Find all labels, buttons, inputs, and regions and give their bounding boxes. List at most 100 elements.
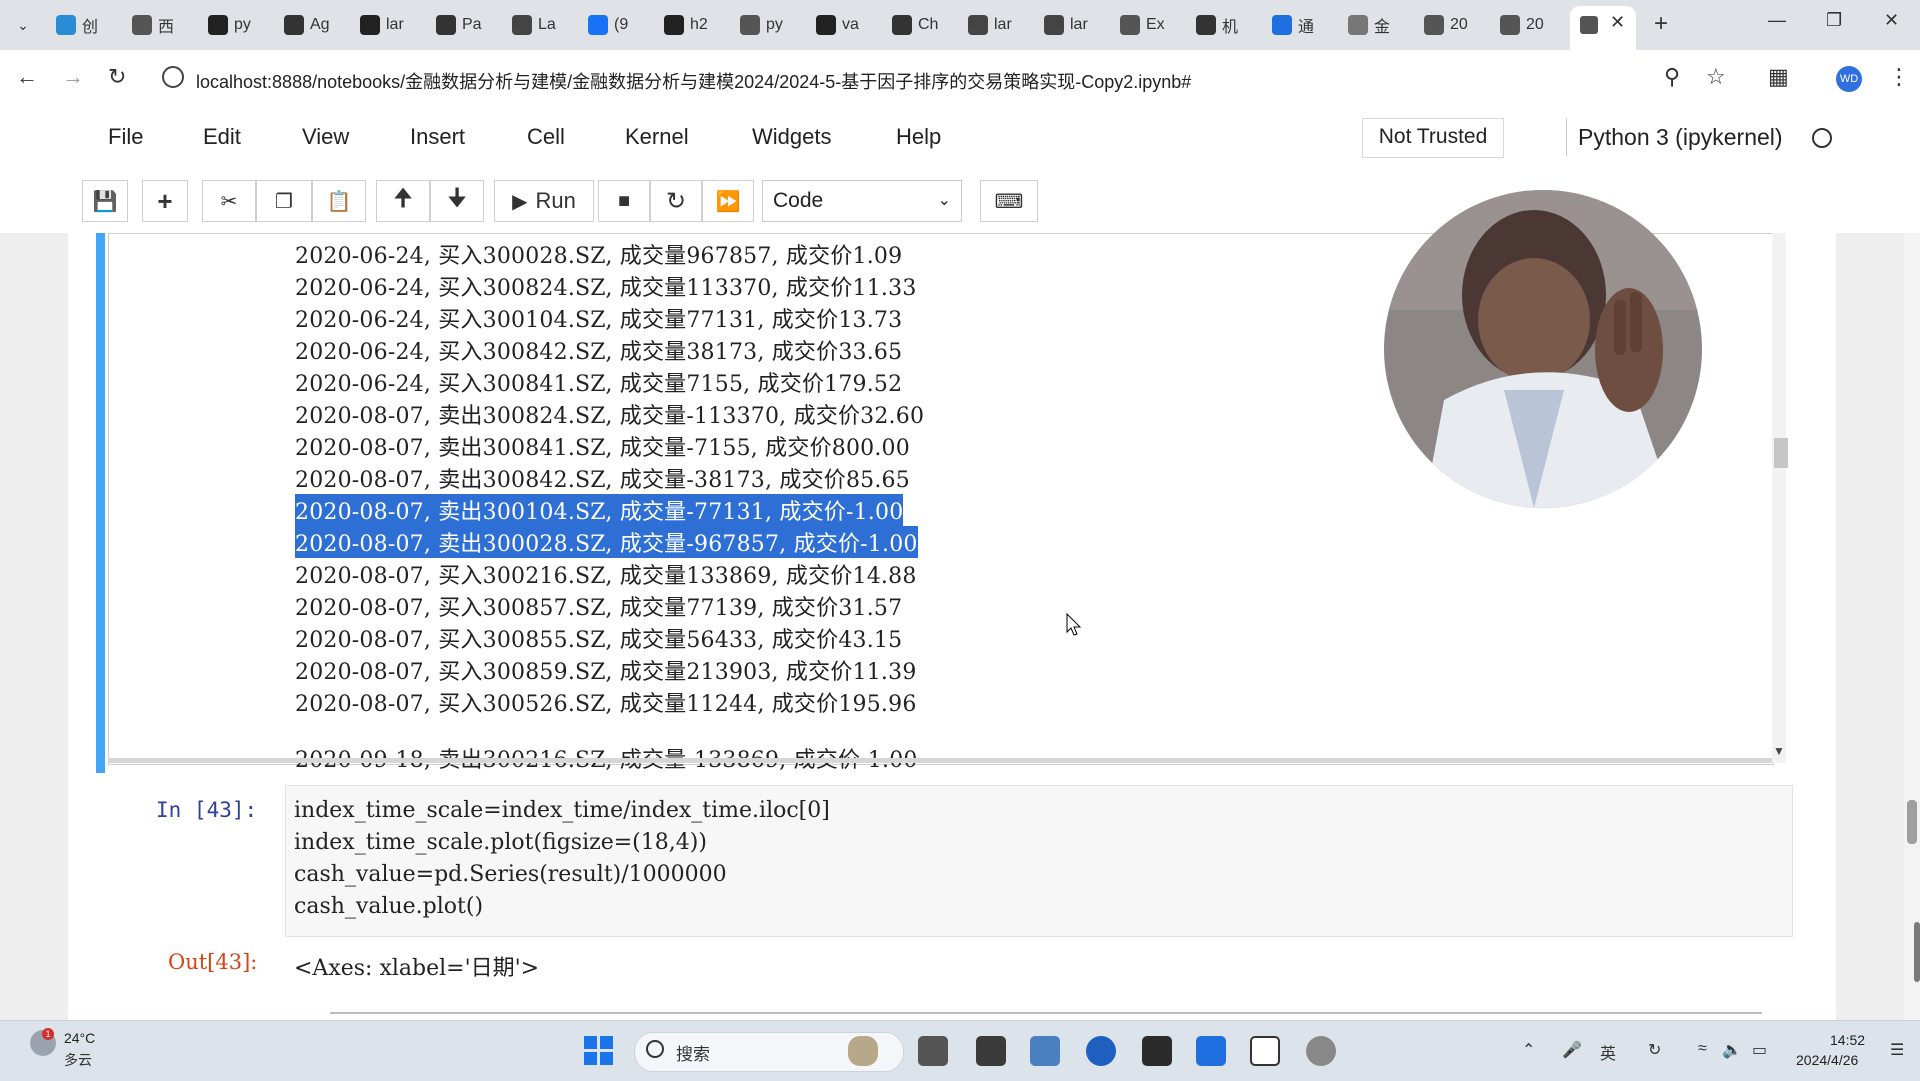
output-line[interactable]: 2020-08-07, 买入300216.SZ, 成交量133869, 成交价1…	[295, 558, 917, 590]
wps-icon[interactable]	[1250, 1036, 1280, 1066]
task-view-icon[interactable]	[918, 1036, 948, 1066]
output-line[interactable]: 2020-08-07, 卖出300842.SZ, 成交量-38173, 成交价8…	[295, 462, 910, 494]
url-field[interactable]: localhost:8888/notebooks/金融数据分析与建模/金融数据分…	[196, 68, 1191, 94]
wifi-icon[interactable]: ≈	[1698, 1040, 1707, 1058]
bookmark-star-icon[interactable]: ☆	[1706, 64, 1726, 90]
recorder-icon[interactable]	[1306, 1036, 1336, 1066]
output-line[interactable]: 2020-06-24, 买入300824.SZ, 成交量113370, 成交价1…	[295, 270, 917, 302]
browser-tab[interactable]: Ch	[892, 8, 938, 42]
move-up-button[interactable]: 🠉	[376, 180, 430, 222]
browser-tab[interactable]: py	[208, 8, 251, 42]
folder-icon[interactable]	[1030, 1036, 1060, 1066]
terminal-icon[interactable]	[1142, 1036, 1172, 1066]
back-icon[interactable]: ←	[16, 64, 38, 90]
site-info-icon[interactable]	[162, 66, 184, 88]
browser-tab[interactable]: Ex	[1120, 8, 1165, 42]
browser-tab[interactable]: py	[740, 8, 783, 42]
tab-search-chevron-icon[interactable]: ⌄	[10, 12, 36, 38]
copy-button[interactable]: ❐	[256, 180, 312, 222]
search-highlight-icon[interactable]	[848, 1036, 878, 1066]
chrome-icon[interactable]	[1086, 1036, 1116, 1066]
cell-type-select[interactable]: Code ⌄	[762, 180, 962, 222]
reload-icon[interactable]: ↻	[108, 64, 126, 90]
insert-cell-button[interactable]: +	[142, 180, 188, 222]
browser-tab[interactable]: La	[512, 8, 556, 42]
browser-tab[interactable]: 西	[132, 8, 174, 42]
run-button[interactable]: ▶ Run	[494, 180, 594, 222]
cut-button[interactable]: ✂	[202, 180, 256, 222]
tab-close-icon[interactable]: ✕	[1610, 12, 1625, 33]
battery-icon[interactable]: ▭	[1752, 1040, 1767, 1060]
command-palette-button[interactable]: ⌨	[980, 180, 1038, 222]
output-line[interactable]: 2020-06-24, 买入300841.SZ, 成交量7155, 成交价179…	[295, 366, 902, 398]
browser-tab[interactable]: h2	[664, 8, 708, 42]
restart-run-all-button[interactable]: ⏩	[702, 180, 754, 222]
menu-file[interactable]: File	[108, 124, 143, 150]
selected-output-line[interactable]: 2020-08-07, 卖出300028.SZ, 成交量-967857, 成交价…	[295, 526, 918, 558]
profile-avatar[interactable]: WD	[1836, 66, 1862, 92]
interrupt-button[interactable]: ■	[598, 180, 650, 222]
selected-output-line[interactable]: 2020-08-07, 卖出300104.SZ, 成交量-77131, 成交价-…	[295, 494, 904, 526]
browser-tab[interactable]: va	[816, 8, 859, 42]
output-horizontal-scrollbar[interactable]	[108, 758, 1772, 763]
start-button[interactable]	[584, 1036, 614, 1066]
ime-icon[interactable]: 英	[1600, 1040, 1616, 1064]
browser-tab[interactable]: 通	[1272, 8, 1314, 42]
browser-tab[interactable]: lar	[360, 8, 404, 42]
output-line[interactable]: 2020-08-07, 买入300855.SZ, 成交量56433, 成交价43…	[295, 622, 902, 654]
paste-button[interactable]: 📋	[312, 180, 366, 222]
browser-tab[interactable]: 创	[56, 8, 98, 42]
browser-tab[interactable]: 金	[1348, 8, 1390, 42]
output-line[interactable]: 2020-06-24, 买入300842.SZ, 成交量38173, 成交价33…	[295, 334, 902, 366]
forward-icon[interactable]: →	[62, 64, 84, 90]
browser-tab[interactable]: lar	[1044, 8, 1088, 42]
weather-description[interactable]: 多云	[64, 1050, 92, 1070]
file-explorer-icon[interactable]	[976, 1036, 1006, 1066]
microphone-icon[interactable]: 🎤	[1562, 1040, 1582, 1060]
menu-insert[interactable]: Insert	[410, 124, 465, 150]
menu-edit[interactable]: Edit	[203, 124, 241, 150]
menu-cell[interactable]: Cell	[527, 124, 565, 150]
browser-tab[interactable]: Ag	[284, 8, 330, 42]
minimize-icon[interactable]: —	[1768, 10, 1786, 31]
weather-temperature[interactable]: 24°C	[64, 1030, 95, 1046]
new-tab-icon[interactable]: +	[1654, 10, 1668, 38]
menu-kernel[interactable]: Kernel	[625, 124, 689, 150]
page-scrollbar[interactable]	[1904, 233, 1920, 1020]
volume-icon[interactable]: 🔈	[1722, 1040, 1742, 1060]
menu-view[interactable]: View	[302, 124, 349, 150]
output-scrollbar[interactable]	[1772, 233, 1786, 763]
window-close-icon[interactable]: ✕	[1884, 10, 1899, 31]
output-line[interactable]: 2020-08-07, 买入300857.SZ, 成交量77139, 成交价31…	[295, 590, 902, 622]
clock-date[interactable]: 2024/4/26	[1796, 1052, 1858, 1068]
output-line[interactable]: 2020-06-24, 买入300028.SZ, 成交量967857, 成交价1…	[295, 238, 902, 270]
browser-tab[interactable]: 20	[1500, 8, 1544, 42]
trust-button[interactable]: Not Trusted	[1362, 118, 1504, 158]
output-line[interactable]: 2020-08-07, 卖出300824.SZ, 成交量-113370, 成交价…	[295, 398, 924, 430]
browser-menu-icon[interactable]: ⋮	[1888, 64, 1910, 90]
page-scrollbar-thumb[interactable]	[1907, 800, 1917, 844]
feishu-icon[interactable]	[1196, 1036, 1226, 1066]
browser-tab[interactable]: 20	[1424, 8, 1468, 42]
zoom-icon[interactable]: ⚲	[1664, 64, 1680, 90]
notifications-icon[interactable]: ☰	[1890, 1040, 1904, 1060]
menu-widgets[interactable]: Widgets	[752, 124, 831, 150]
scroll-down-arrow-icon[interactable]: ▼	[1773, 744, 1785, 758]
browser-tab[interactable]: Pa	[436, 8, 482, 42]
output-line[interactable]: 2020-08-07, 买入300859.SZ, 成交量213903, 成交价1…	[295, 654, 917, 686]
browser-tab[interactable]: (9	[588, 8, 628, 42]
sync-icon[interactable]: ↻	[1648, 1040, 1661, 1060]
restart-button[interactable]: ↻	[650, 180, 702, 222]
browser-tab[interactable]: lar	[968, 8, 1012, 42]
output-line[interactable]: 2020-06-24, 买入300104.SZ, 成交量77131, 成交价13…	[295, 302, 902, 334]
clock-time[interactable]: 14:52	[1830, 1032, 1865, 1048]
menu-help[interactable]: Help	[896, 124, 941, 150]
tray-expand-icon[interactable]: ⌃	[1522, 1040, 1535, 1060]
save-button[interactable]: 💾	[82, 180, 128, 222]
browser-tab[interactable]: 机	[1196, 8, 1238, 42]
output-line[interactable]: 2020-08-07, 买入300526.SZ, 成交量11244, 成交价19…	[295, 686, 917, 718]
restore-icon[interactable]: ❐	[1826, 10, 1842, 31]
page-scrollbar-handle[interactable]	[1914, 922, 1920, 982]
extensions-icon[interactable]: ▦	[1768, 64, 1789, 90]
move-down-button[interactable]: 🠋	[430, 180, 484, 222]
